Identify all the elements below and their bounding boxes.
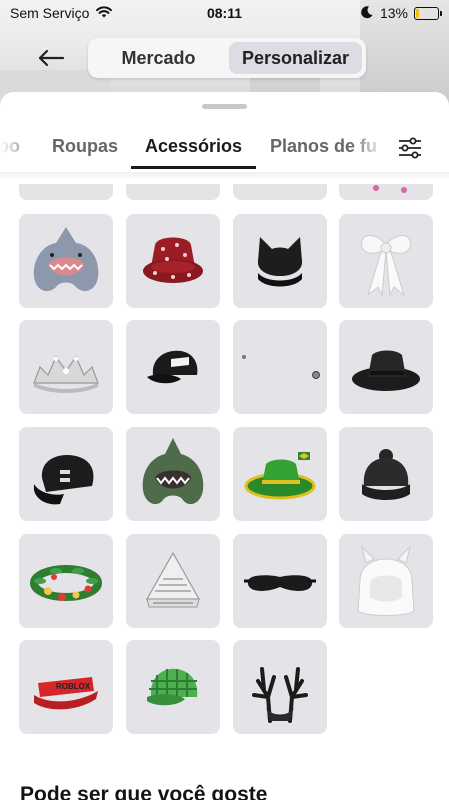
visor-logo: ROBLOX xyxy=(56,682,91,691)
segmented-control: Mercado Personalizar xyxy=(88,38,366,78)
item-tile[interactable] xyxy=(19,214,113,308)
carrier-label: Sem Serviço xyxy=(10,5,90,21)
item-tile[interactable] xyxy=(339,427,433,521)
back-button[interactable] xyxy=(34,44,68,72)
item-tile[interactable] xyxy=(339,534,433,628)
wifi-icon xyxy=(95,5,113,22)
sliders-icon xyxy=(399,137,421,159)
item-tile[interactable] xyxy=(233,534,327,628)
arrow-left-icon xyxy=(38,49,65,67)
item-tile[interactable] xyxy=(19,320,113,414)
earrings-icon xyxy=(242,355,320,379)
battery-fill xyxy=(416,8,419,18)
item-tile[interactable] xyxy=(126,640,220,734)
item-tile[interactable] xyxy=(233,214,327,308)
item-tile[interactable] xyxy=(339,320,433,414)
category-tabs: po Roupas Acessórios Planos de fu xyxy=(0,128,449,169)
active-tab-indicator xyxy=(131,166,256,169)
brazil-hat-icon xyxy=(244,452,316,500)
visor-icon: ROBLOX xyxy=(34,677,98,710)
battery-percent: 13% xyxy=(379,5,408,21)
segment-mercado[interactable]: Mercado xyxy=(92,42,225,74)
section-title-recommendations: Pode ser que você goste xyxy=(20,783,268,800)
item-tile[interactable] xyxy=(126,427,220,521)
battery-icon xyxy=(414,6,442,20)
sheet-grabber[interactable] xyxy=(202,104,247,109)
tab-acessorios[interactable]: Acessórios xyxy=(145,136,242,157)
item-tile[interactable] xyxy=(233,427,327,521)
antlers-icon xyxy=(252,667,308,723)
item-tile[interactable]: ROBLOX xyxy=(19,640,113,734)
horn-hood-icon xyxy=(357,545,415,616)
shark-hood-icon xyxy=(33,227,99,292)
flower-crown-icon xyxy=(30,565,102,601)
moon-icon xyxy=(360,5,374,22)
black-cap-icon xyxy=(147,350,198,384)
tiara-icon xyxy=(33,355,99,393)
item-tile[interactable] xyxy=(126,214,220,308)
newspaper-hat-icon xyxy=(145,551,201,608)
item-tile[interactable] xyxy=(126,320,220,414)
item-tile[interactable] xyxy=(233,640,327,734)
beanie-icon xyxy=(362,449,410,500)
item-tile[interactable] xyxy=(233,320,327,414)
green-shark-hood-icon xyxy=(142,438,204,505)
cat-ear-beanie-icon xyxy=(257,237,303,287)
status-bar: Sem Serviço 08:11 13% xyxy=(0,0,449,26)
plaid-cap-icon xyxy=(147,668,198,706)
sleep-mask-icon xyxy=(244,575,316,591)
item-tile[interactable] xyxy=(339,214,433,308)
bucket-hat-icon xyxy=(143,237,203,283)
tab-roupas[interactable]: Roupas xyxy=(52,136,118,157)
item-tile[interactable] xyxy=(126,534,220,628)
filter-button[interactable] xyxy=(394,132,426,164)
segment-personalizar[interactable]: Personalizar xyxy=(229,42,362,74)
item-tile[interactable] xyxy=(19,427,113,521)
backwards-cap-icon xyxy=(34,454,94,505)
fedora-icon xyxy=(352,350,420,391)
white-bow-icon xyxy=(360,235,412,297)
item-tile[interactable] xyxy=(19,534,113,628)
